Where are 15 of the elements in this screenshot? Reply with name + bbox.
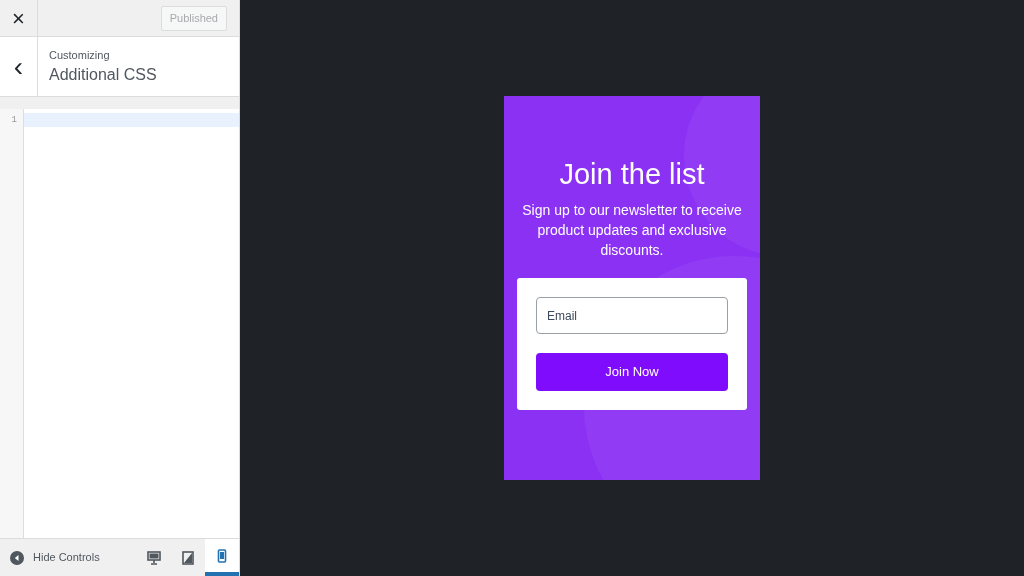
desktop-icon — [147, 550, 161, 565]
tablet-icon — [181, 550, 195, 565]
back-button[interactable]: ‹ — [0, 37, 38, 96]
signup-heading: Join the list — [559, 157, 705, 192]
breadcrumb-label: Customizing — [49, 47, 111, 62]
hide-controls-button[interactable]: Hide Controls — [0, 549, 100, 566]
email-field[interactable]: Email — [536, 297, 728, 334]
join-button[interactable]: Join Now — [536, 353, 728, 391]
line-number: 1 — [10, 114, 18, 127]
section-title: Additional CSS — [49, 64, 157, 85]
collapse-icon — [10, 550, 24, 565]
mobile-icon — [215, 548, 229, 563]
mobile-preview-button[interactable] — [205, 539, 239, 576]
close-button[interactable]: × — [0, 0, 38, 36]
signup-description: Sign up to our newsletter to receive product updates and exclusive discounts. — [521, 201, 743, 260]
